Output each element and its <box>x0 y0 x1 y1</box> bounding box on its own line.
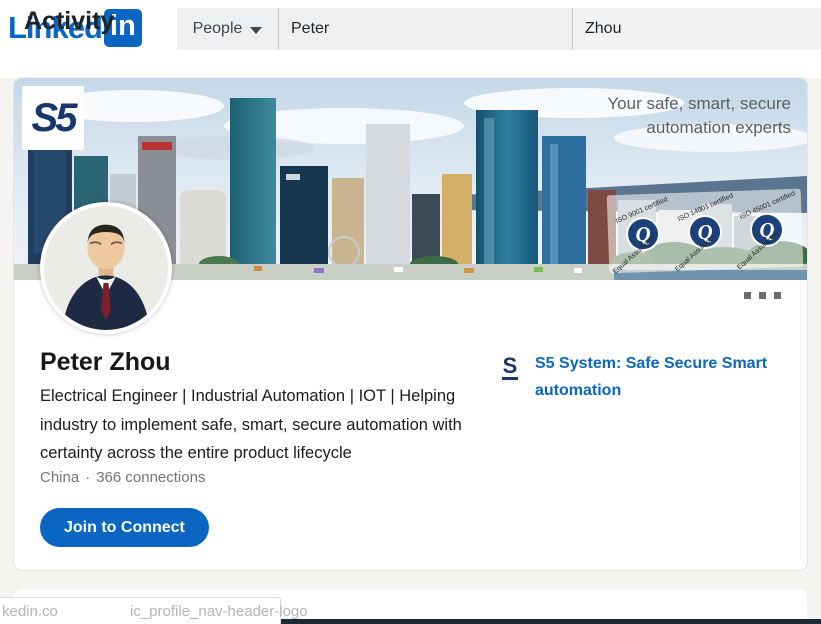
iso-45001-badge: ISO 45001 certified Q Equal Assurance <box>735 191 800 267</box>
meta-separator: · <box>85 469 90 486</box>
current-company[interactable]: S S5 System: Safe Secure Smart automatio… <box>502 350 782 404</box>
status-url-fragment: ic_profile_nav-header-logo <box>130 603 308 620</box>
more-icon <box>774 292 781 299</box>
more-icon <box>759 292 766 299</box>
more-icon <box>744 292 751 299</box>
banner-tagline: Your safe, smart, secure automation expe… <box>607 92 791 140</box>
connections-count[interactable]: 366 connections <box>96 469 205 486</box>
banner-tagline-line1: Your safe, smart, secure <box>607 92 791 116</box>
s5-company-icon-letter: S <box>503 353 518 378</box>
profile-headline: Electrical Engineer | Industrial Automat… <box>40 382 495 468</box>
s5-logo-text: S5 <box>32 96 75 141</box>
link-preview-status-bar: kedin.co ic_profile_nav-header-logo <box>0 597 281 624</box>
activity-media-edge <box>266 619 821 624</box>
people-search-bar: People <box>177 8 821 50</box>
profile-name: Peter Zhou <box>40 348 171 377</box>
s5-banner-logo: S5 <box>22 86 84 150</box>
profile-card: S5 Your safe, smart, secure automation e… <box>14 78 807 570</box>
join-to-connect-button[interactable]: Join to Connect <box>40 508 209 547</box>
profile-photo[interactable] <box>40 202 172 334</box>
profile-location: China <box>40 469 79 486</box>
first-name-search-input[interactable] <box>279 8 572 50</box>
last-name-search-input[interactable] <box>573 8 821 50</box>
company-link[interactable]: S5 System: Safe Secure Smart automation <box>535 350 770 404</box>
iso-14001-badge: ISO 14001 certified Q Equal Assurance <box>673 193 738 269</box>
banner-tagline-line2: automation experts <box>607 116 791 140</box>
profile-meta: China · 366 connections <box>40 469 205 486</box>
chevron-down-icon <box>250 27 262 34</box>
more-options-button[interactable] <box>740 288 785 303</box>
activity-title: Activity <box>24 7 114 36</box>
iso-certification-strip: ISO 9001 certified Q Equal Assurance ISO… <box>607 189 804 274</box>
status-url-fragment: kedin.co <box>2 603 58 620</box>
s5-company-icon: S <box>502 356 518 404</box>
search-filter-dropdown[interactable]: People <box>177 8 278 50</box>
iso-9001-badge: ISO 9001 certified Q Equal Assurance <box>611 195 676 271</box>
search-filter-label: People <box>193 20 243 38</box>
profile-photo-image <box>44 206 168 330</box>
top-navigation-bar: Linked in People <box>0 0 821 78</box>
